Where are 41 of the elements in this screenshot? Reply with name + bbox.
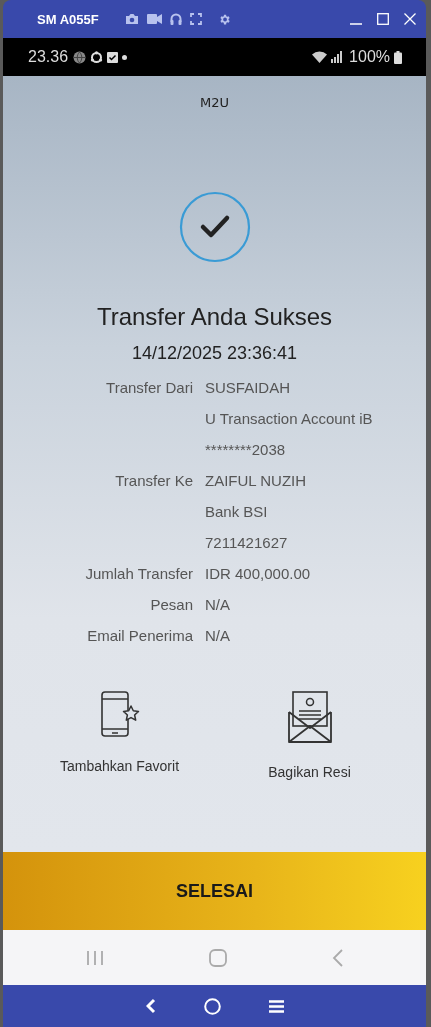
detail-value: N/A	[205, 595, 231, 615]
app-title: M2U	[200, 95, 229, 110]
action-button[interactable]: Bagikan Resi	[244, 690, 375, 780]
transaction-datetime: 14/12/2025 23:36:41	[131, 343, 298, 364]
done-button[interactable]: SELESAI	[3, 852, 426, 930]
settings-icon[interactable]	[218, 12, 231, 26]
detail-value: SUSFAIDAH	[205, 378, 292, 398]
close-icon[interactable]	[404, 13, 416, 25]
video-camera-icon[interactable]	[147, 14, 162, 24]
sync-icon	[90, 50, 104, 64]
clock-text: 23.36	[28, 48, 69, 66]
mail-envelope-icon	[286, 690, 333, 744]
window-title: SM A055F	[37, 11, 100, 27]
battery-icon	[394, 50, 402, 64]
detail-value: ********2038	[205, 440, 287, 460]
globe-icon	[73, 50, 87, 64]
action-button[interactable]: Tambahkan Favorit	[54, 690, 185, 780]
wifi-icon	[312, 51, 328, 63]
detail-value: IDR 400,000.00	[205, 564, 312, 584]
success-heading: Transfer Anda Sukses	[96, 303, 333, 331]
detail-value: N/A	[205, 626, 231, 646]
camera-icon[interactable]	[125, 13, 139, 25]
dot-icon	[122, 54, 128, 60]
detail-value: ZAIFUL NUZIH	[205, 471, 308, 491]
detail-label: Transfer Dari	[105, 378, 193, 398]
menu-icon[interactable]	[268, 999, 284, 1013]
checklist-icon	[107, 51, 119, 63]
battery-percent: 100%	[349, 48, 390, 66]
detail-value: U Transaction Account iB	[205, 409, 374, 429]
detail-label: Jumlah Transfer	[84, 564, 193, 584]
success-check-icon	[178, 191, 251, 263]
signal-icon	[331, 51, 343, 63]
maximize-icon[interactable]	[377, 13, 389, 25]
detail-label: Pesan	[149, 595, 193, 615]
headphones-icon[interactable]	[170, 13, 182, 25]
phone-star-icon	[99, 690, 140, 738]
fullscreen-icon[interactable]	[190, 13, 202, 25]
detail-value: Bank BSI	[205, 502, 269, 522]
detail-value: 7211421627	[205, 533, 289, 553]
detail-label: Email Penerima	[86, 626, 193, 646]
detail-label: Transfer Ke	[114, 471, 193, 491]
